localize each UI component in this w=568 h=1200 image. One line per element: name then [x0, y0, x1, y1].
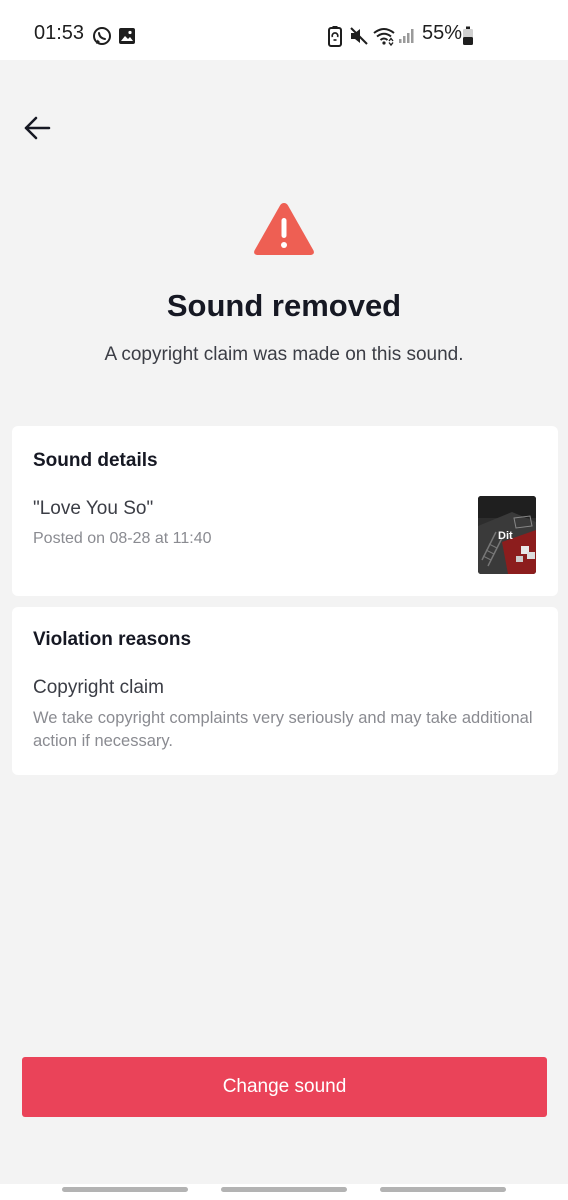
battery-percentage: 55% [422, 22, 463, 44]
battery-saver-icon [328, 26, 342, 47]
sound-details-card: Sound details "Love You So" Posted on 08… [12, 426, 558, 596]
mute-icon [350, 27, 368, 45]
whatsapp-icon [93, 27, 111, 45]
sound-thumbnail[interactable]: Dit [478, 496, 536, 574]
gallery-icon [119, 28, 135, 44]
back-button[interactable] [18, 108, 58, 148]
violation-description: We take copyright complaints very seriou… [33, 709, 533, 750]
thumbnail-label: Dit [498, 530, 513, 542]
signal-icon [399, 29, 414, 43]
arrow-left-icon [24, 116, 51, 140]
status-time: 01:53 [34, 22, 85, 44]
sound-posted-date: Posted on 08-28 at 11:40 [33, 530, 212, 547]
nav-home-button[interactable] [221, 1187, 347, 1192]
battery-icon [463, 26, 473, 45]
page-subtitle: A copyright claim was made on this sound… [104, 344, 464, 365]
sound-details-heading: Sound details [33, 450, 158, 471]
violation-title: Copyright claim [33, 677, 164, 698]
page-title: Sound removed [166, 288, 402, 323]
wifi-icon [373, 28, 395, 46]
navigation-bar [0, 1184, 568, 1200]
violation-reasons-card: Violation reasons Copyright claim We tak… [12, 607, 558, 775]
change-sound-button[interactable]: Change sound [22, 1057, 547, 1117]
violation-reasons-heading: Violation reasons [33, 629, 192, 650]
sound-title: "Love You So" [33, 498, 154, 519]
status-bar: 01:53 55% [0, 0, 568, 60]
nav-recents-button[interactable] [62, 1187, 188, 1192]
nav-back-button[interactable] [380, 1187, 506, 1192]
warning-icon [254, 203, 314, 255]
